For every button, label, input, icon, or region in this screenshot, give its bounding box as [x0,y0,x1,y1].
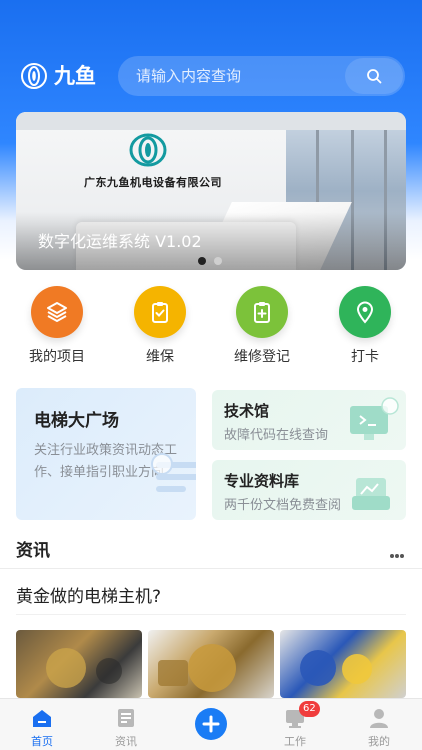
search-button[interactable] [345,58,403,94]
more-icon[interactable] [390,543,406,558]
banner-caption: 数字化运维系统 V1.02 [38,232,202,251]
quick-actions: 我的项目 维保 维修登记 打卡 [0,286,422,366]
user-icon [370,709,388,728]
tab-mine[interactable]: 我的 [337,699,421,750]
divider [16,614,406,615]
quick-action-label: 我的项目 [29,349,85,365]
news-thumbnail-1[interactable] [16,630,142,698]
quick-action-label: 维修登记 [234,349,290,365]
card-title: 专业资料库 [224,472,300,490]
top-bar: 九鱼 请输入内容查询 [0,56,422,96]
quick-action-label: 打卡 [351,349,379,365]
news-icon [118,709,134,727]
tab-label: 首页 [31,735,53,748]
tab-news[interactable]: 资讯 [84,699,168,750]
card-description: 故障代码在线查询 [224,428,329,443]
company-logo-icon [129,133,167,167]
bottom-tab-bar: 首页 资讯 62 工作 我的 [0,698,422,750]
carousel-dot[interactable] [214,257,222,265]
tab-home[interactable]: 首页 [0,699,84,750]
monitor-code-icon [350,397,399,440]
location-pin-icon [356,301,374,324]
tab-add[interactable] [169,699,253,750]
quick-action-maintenance[interactable]: 维保 [110,286,210,366]
card-title: 技术馆 [224,402,270,420]
card-tech-hall[interactable]: 技术馆 故障代码在线查询 [212,390,406,450]
search-icon [367,69,382,84]
home-icon [33,710,51,727]
plus-icon [202,715,220,733]
search-document-icon [151,453,196,492]
banner-company-name: 广东九鱼机电设备有限公司 [84,176,222,189]
news-thumbnail-3[interactable] [280,630,406,698]
document-box-icon [352,478,390,510]
news-headline[interactable]: 黄金做的电梯主机? [16,582,161,607]
carousel-indicator[interactable] [198,250,230,269]
quick-action-my-projects[interactable]: 我的项目 [7,286,107,366]
banner-carousel[interactable]: 广东九鱼机电设备有限公司 数字化运维系统 V1.02 [16,112,406,270]
add-button[interactable] [195,708,227,740]
news-section-title: 资讯 [16,541,50,561]
quick-action-repair-register[interactable]: 维修登记 [212,286,312,366]
card-description: 两千份文档免费查阅 [224,498,342,513]
carousel-dot-active[interactable] [198,257,206,265]
card-title: 电梯大广场 [34,411,119,431]
news-thumbnail-2[interactable] [148,630,274,698]
card-library[interactable]: 专业资料库 两千份文档免费查阅 [212,460,406,520]
brand-name: 九鱼 [54,64,96,88]
tab-label: 我的 [368,735,390,748]
tab-work[interactable]: 62 工作 [253,699,337,750]
quick-action-label: 维保 [146,349,174,365]
search-bar[interactable]: 请输入内容查询 [118,56,405,96]
clipboard-check-icon [152,302,168,323]
card-elevator-plaza[interactable]: 电梯大广场 关注行业政策资讯动态工作、接单指引职业方向 [16,388,196,520]
quick-action-check-in[interactable]: 打卡 [315,286,415,366]
tab-label: 资讯 [115,735,137,748]
layers-icon [47,302,67,322]
search-input[interactable]: 请输入内容查询 [136,66,241,86]
work-badge: 62 [299,701,320,717]
fish-logo-icon [21,63,47,89]
tab-label: 工作 [284,735,306,748]
divider [0,568,422,569]
clipboard-plus-icon [254,302,270,323]
